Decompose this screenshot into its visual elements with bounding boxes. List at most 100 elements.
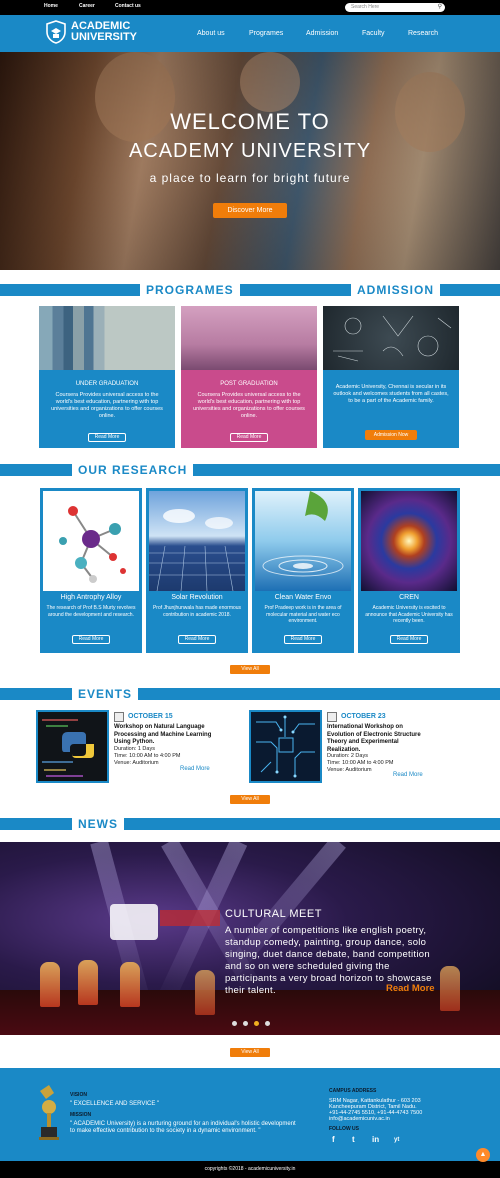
lab-students-image [181, 306, 317, 370]
undergraduation-card: UNDER GRADUATION Coursera Provides unive… [39, 306, 175, 448]
email-link[interactable]: info@academicuniv.ac.in [329, 1116, 390, 1123]
news-slider: CULTURAL MEET A number of competitions l… [0, 842, 500, 1035]
solar-grid-icon [149, 509, 245, 592]
vision-text: " EXCELLENCE AND SERVICE " [70, 1101, 160, 1107]
home-link[interactable]: Home [44, 3, 58, 9]
card-title: UNDER GRADUATION [75, 381, 139, 387]
brand-line2: UNIVERSITY [71, 31, 138, 43]
read-more-link[interactable]: Read More [180, 766, 210, 772]
calendar-icon [114, 712, 124, 722]
hero-banner: WELCOME TO ACADEMY UNIVERSITY a place to… [0, 52, 500, 270]
nav-admission[interactable]: Admission [306, 30, 338, 37]
molecule-image [43, 491, 139, 591]
dancer-figure [40, 962, 60, 1007]
research-view-all-button[interactable]: View All [230, 665, 270, 674]
events-heading: EVENTS [72, 686, 139, 702]
top-bar: Home Career Contact us Search Here ⚲ [0, 0, 500, 15]
python-logo-icon [42, 719, 94, 777]
stage-banner-image [110, 904, 158, 940]
calendar-icon [327, 712, 337, 722]
admission-card: Academic University, Chennai is secular … [323, 306, 459, 448]
read-more-button[interactable]: Read More [284, 635, 322, 644]
molecule-icon [59, 506, 126, 583]
event-venue: Venue: Auditorium [327, 767, 372, 773]
event-duration: Duration: 1 Days [114, 746, 155, 752]
news-read-more-link[interactable]: Read More [386, 983, 435, 994]
dancer-figure [78, 960, 98, 1005]
card-text: Coursera Provides universal access to th… [51, 392, 163, 419]
research-card-solar: Solar Revolution Prof Jhunjhunwala has m… [146, 488, 248, 653]
dancer-figure [120, 962, 140, 1007]
card-text: Prof Pradeep work is in the area of mole… [264, 605, 342, 624]
dancer-figure [195, 970, 215, 1015]
contact-link[interactable]: Contact us [115, 3, 141, 9]
admission-heading: ADMISSION [351, 282, 441, 298]
slider-dot[interactable] [243, 1021, 248, 1026]
nav-programes[interactable]: Programes [249, 30, 283, 37]
slider-dot-active[interactable] [254, 1021, 259, 1026]
card-title: Solar Revolution [171, 594, 223, 601]
read-more-button[interactable]: Read More [88, 433, 126, 442]
books-image [39, 306, 175, 370]
search-input[interactable]: Search Here ⚲ [345, 3, 445, 12]
twitter-icon[interactable]: t [352, 1135, 355, 1144]
hero-title-line1: WELCOME TO [170, 109, 330, 134]
event-time: Time: 10:00 AM to 4:00 PM [114, 753, 181, 759]
card-text: Prof Jhunjhunwala has made enormous cont… [152, 605, 242, 618]
slider-dot[interactable] [265, 1021, 270, 1026]
search-icon[interactable]: ⚲ [438, 3, 442, 12]
career-link[interactable]: Career [79, 3, 95, 9]
nav-about[interactable]: About us [197, 30, 225, 37]
university-shield-icon[interactable] [46, 20, 66, 44]
postgraduation-card: POST GRADUATION Coursera Provides univer… [181, 306, 317, 448]
main-nav: ACADEMIC UNIVERSITY About us Programes A… [0, 15, 500, 52]
discover-more-button[interactable]: Discover More [213, 203, 287, 218]
chalk-formula-icon [333, 315, 452, 362]
programes-heading: PROGRAMES [140, 282, 240, 298]
card-title: CREN [399, 594, 419, 601]
card-title: Clean Water Envo [274, 594, 332, 601]
footer: VISION " EXCELLENCE AND SERVICE " MISSIO… [0, 1068, 500, 1161]
event-venue: Venue: Auditorium [114, 760, 159, 766]
particle-tunnel-image [361, 491, 457, 591]
mission-label: MISSION [70, 1112, 92, 1118]
event-date: OCTOBER 23 [341, 713, 386, 720]
card-text: Academic University, Chennai is secular … [333, 384, 449, 404]
read-more-button[interactable]: Read More [230, 433, 268, 442]
news-view-all-button[interactable]: View All [230, 1048, 270, 1057]
python-code-image[interactable] [36, 710, 109, 783]
youtube-icon[interactable]: yt [394, 1137, 399, 1143]
nav-research[interactable]: Research [408, 30, 438, 37]
event-date: OCTOBER 15 [128, 713, 173, 720]
card-title: High Antrophy Alloy [60, 594, 122, 601]
card-text: Coursera Provides universal access to th… [193, 392, 305, 419]
research-heading: OUR RESEARCH [72, 462, 194, 478]
slider-dot[interactable] [232, 1021, 237, 1026]
read-more-button[interactable]: Read More [72, 635, 110, 644]
facebook-icon[interactable]: f [332, 1135, 335, 1144]
follow-us-label: FOLLOW US [329, 1126, 359, 1132]
linkedin-icon[interactable]: in [372, 1135, 379, 1144]
admission-now-button[interactable]: Admission Now [365, 430, 417, 440]
chalkboard-image [323, 306, 459, 370]
solar-panels-image [149, 491, 245, 592]
stage-banner-image [160, 910, 220, 926]
hero-title-line2: ACADEMY UNIVERSITY [128, 140, 372, 162]
read-more-button[interactable]: Read More [390, 635, 428, 644]
event-title[interactable]: International Workshop on Evolution of E… [327, 724, 427, 754]
research-card-water: Clean Water Envo Prof Pradeep work is in… [252, 488, 354, 653]
research-card-cren: CREN Academic University is excited to a… [358, 488, 460, 653]
nav-faculty[interactable]: Faculty [362, 30, 385, 37]
events-view-all-button[interactable]: View All [230, 795, 270, 804]
read-more-button[interactable]: Read More [178, 635, 216, 644]
read-more-link[interactable]: Read More [393, 772, 423, 778]
brand-logo-text[interactable]: ACADEMIC UNIVERSITY [71, 21, 137, 43]
event-time: Time: 10:00 AM to 4:00 PM [327, 760, 394, 766]
scroll-to-top-icon[interactable]: ▲ [476, 1148, 490, 1162]
event-duration: Duration: 2 Days [327, 753, 368, 759]
search-placeholder: Search Here [351, 4, 380, 10]
hero-tagline: a place to learn for bright future [149, 171, 351, 185]
circuit-board-image[interactable] [249, 710, 322, 783]
water-drop-image [255, 491, 351, 591]
event-title[interactable]: Workshop on Natural Language Processing … [114, 724, 214, 747]
